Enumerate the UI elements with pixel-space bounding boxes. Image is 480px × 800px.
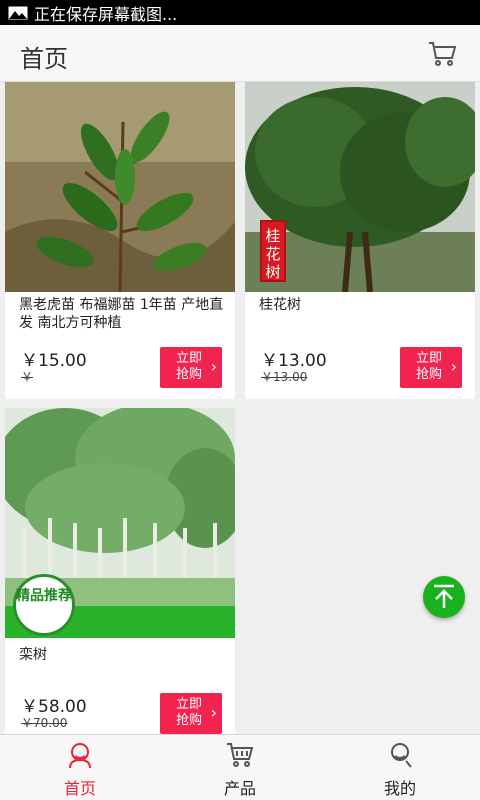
status-text: 正在保存屏幕截图...: [34, 4, 178, 24]
product-name[interactable]: 黑老虎苗 布福娜苗 1年苗 产地直发 南北方可种植: [19, 296, 225, 332]
tab-home[interactable]: 首页: [0, 735, 160, 800]
back-to-top-button[interactable]: [423, 576, 465, 618]
product-card[interactable]: 桂花树 桂花树 ￥13.00 ￥13.00 立即抢购 ›: [245, 82, 475, 399]
product-name[interactable]: 桂花树: [259, 296, 465, 314]
product-image[interactable]: [5, 82, 235, 292]
buy-now-button[interactable]: 立即抢购 ›: [160, 693, 222, 734]
tab-mine[interactable]: 我的: [320, 735, 480, 800]
cart-icon: [226, 741, 254, 769]
image-icon: [8, 6, 28, 20]
chevron-right-icon: ›: [450, 357, 457, 376]
user-icon: [386, 741, 414, 769]
tab-products[interactable]: 产品: [160, 735, 320, 800]
tab-label: 首页: [63, 779, 96, 798]
chevron-right-icon: ›: [210, 703, 217, 722]
buy-now-label: 立即抢购: [175, 351, 202, 382]
product-card[interactable]: 黑老虎苗 布福娜苗 1年苗 产地直发 南北方可种植 ￥15.00 ￥ 立即抢购 …: [5, 82, 235, 399]
home-icon: [66, 741, 94, 769]
product-card[interactable]: 精品推荐 栾树 ￥58.00 ￥70.00 立即抢购 ›: [5, 408, 235, 734]
buy-now-label: 立即抢购: [415, 351, 442, 382]
product-original-price: ￥70.00: [21, 716, 68, 730]
buy-now-label: 立即抢购: [175, 697, 202, 728]
product-image[interactable]: 精品推荐: [5, 408, 235, 638]
app-header: 首页: [0, 25, 480, 82]
recommend-badge: 精品推荐: [13, 574, 75, 636]
product-original-price: ￥: [21, 370, 34, 384]
bottom-tab-bar: 首页 产品 我的: [0, 734, 480, 800]
tab-label: 产品: [223, 779, 256, 798]
page-title: 首页: [20, 45, 68, 73]
category-badge: 桂花树: [260, 220, 286, 282]
product-grid: 黑老虎苗 布福娜苗 1年苗 产地直发 南北方可种植 ￥15.00 ￥ 立即抢购 …: [0, 82, 480, 734]
buy-now-button[interactable]: 立即抢购 ›: [160, 347, 222, 388]
product-image[interactable]: 桂花树: [245, 82, 475, 292]
product-name[interactable]: 栾树: [19, 646, 225, 664]
product-original-price: ￥13.00: [261, 370, 308, 384]
tab-label: 我的: [383, 779, 416, 798]
cart-icon[interactable]: [428, 41, 457, 67]
status-bar: 正在保存屏幕截图...: [0, 0, 480, 25]
buy-now-button[interactable]: 立即抢购 ›: [400, 347, 462, 388]
chevron-right-icon: ›: [210, 357, 217, 376]
